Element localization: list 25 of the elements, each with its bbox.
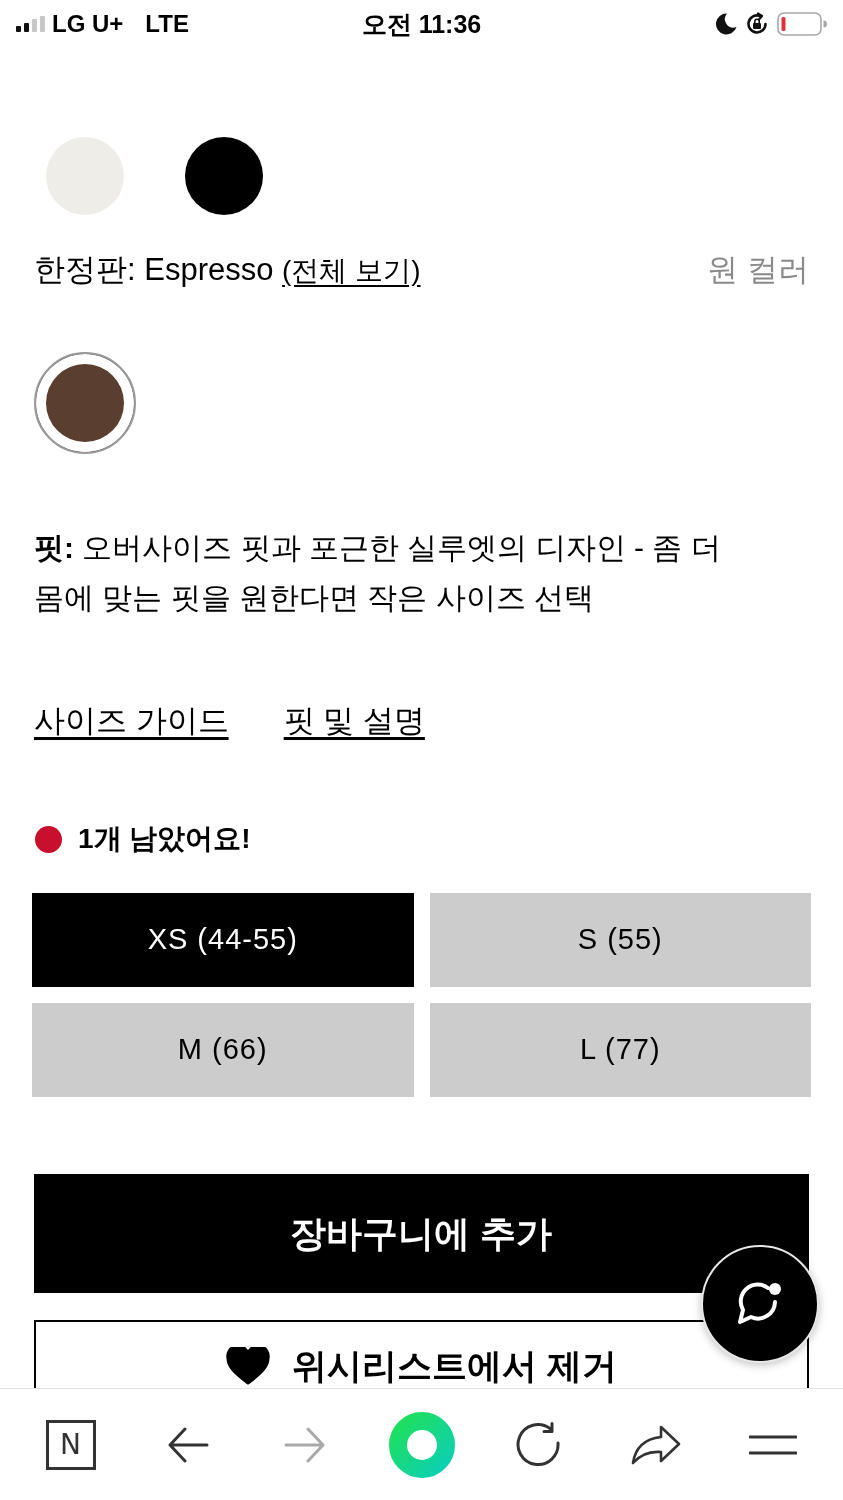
size-option[interactable]: XS (44-55) xyxy=(32,893,414,987)
stock-message: 1개 남았어요! xyxy=(78,822,251,856)
edition-label: 한정판: Espresso (전체 보기) xyxy=(34,250,421,289)
size-guide-link[interactable]: 사이즈 가이드 xyxy=(34,700,229,742)
signal-icon xyxy=(16,16,46,32)
battery-icon xyxy=(777,12,827,36)
home-button[interactable]: N xyxy=(45,1419,96,1470)
size-option[interactable]: M (66) xyxy=(32,1003,414,1097)
carrier-label: LG U+ xyxy=(52,12,124,36)
moon-icon xyxy=(715,13,737,35)
fit-details-link[interactable]: 핏 및 설명 xyxy=(283,700,425,742)
chat-icon xyxy=(737,1282,783,1326)
size-option[interactable]: L (77) xyxy=(429,1003,811,1097)
network-label: LTE xyxy=(145,12,189,36)
clock-time: 오전 11:36 xyxy=(361,11,482,37)
rotation-lock-icon xyxy=(745,12,769,36)
fit-description: 핏: 오버사이즈 핏과 포근한 실루엣의 디자인 - 좀 더 몸에 맞는 핏을 원한다면 작은 사이즈 선택 xyxy=(34,530,722,616)
back-arrow-icon[interactable] xyxy=(166,1426,209,1463)
view-all-link[interactable]: (전체 보기) xyxy=(282,254,421,286)
size-option[interactable]: S (55) xyxy=(429,893,811,987)
add-to-cart-button[interactable]: 장바구니에 추가 xyxy=(34,1174,809,1293)
menu-icon[interactable] xyxy=(748,1434,797,1455)
color-count-label: 원 컬러 xyxy=(707,251,809,289)
share-icon[interactable] xyxy=(630,1424,681,1465)
reload-icon[interactable] xyxy=(515,1421,562,1468)
